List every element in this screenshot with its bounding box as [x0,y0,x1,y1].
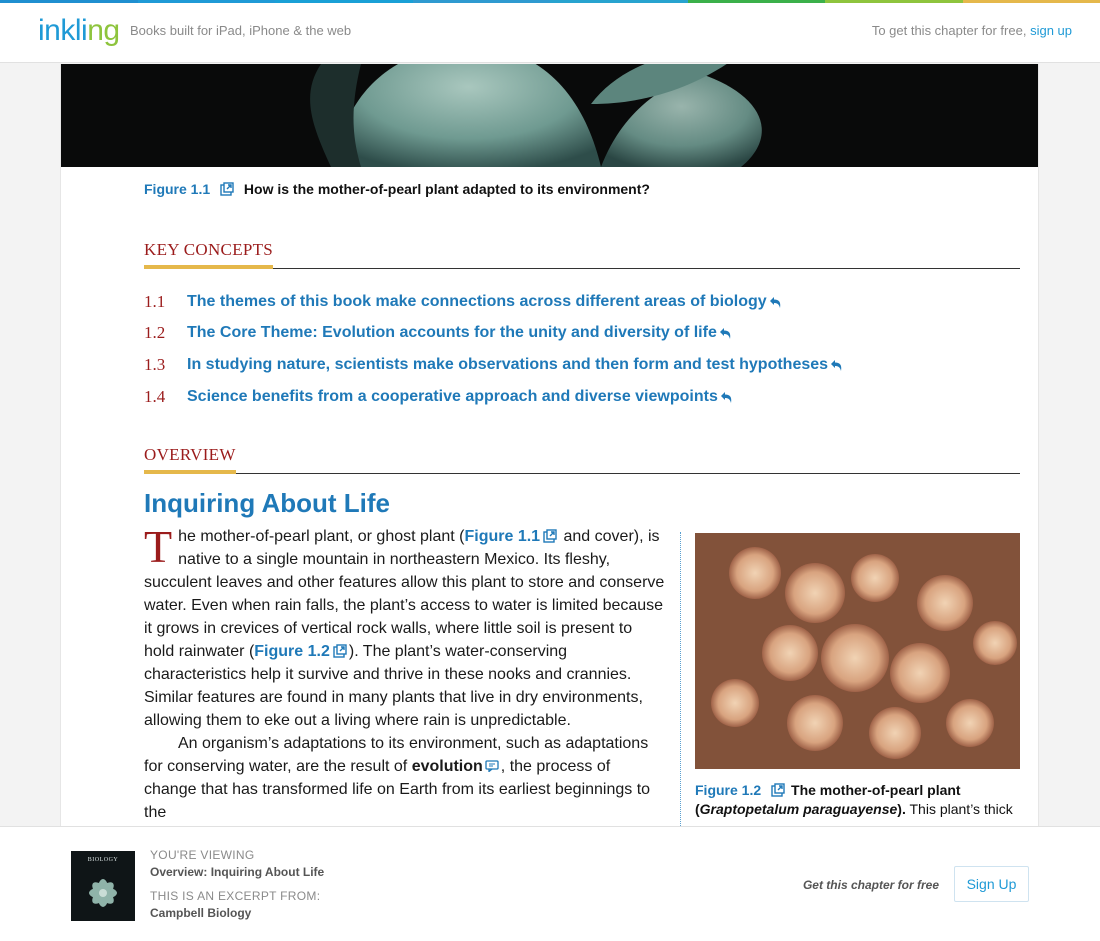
succulent-photo-illustration [695,533,1020,769]
concept-item: 1.1 The themes of this book make connect… [144,286,1020,318]
figure-1-1-inline-link[interactable]: Figure 1.1 [464,528,540,545]
key-concepts-list: 1.1 The themes of this book make connect… [144,286,1020,412]
tagline: Books built for iPad, iPhone & the web [130,23,352,38]
excerpt-label: THIS IS AN EXCERPT FROM: [150,889,321,903]
cover-title: BIOLOGY [87,857,119,863]
jump-back-icon[interactable] [718,326,733,341]
figure-1-2-inline-link[interactable]: Figure 1.2 [254,643,330,660]
concept-item: 1.3 In studying nature, scientists make … [144,349,1020,381]
paragraph: The mother-of-pearl plant, or ghost plan… [144,521,665,730]
book-title: Campbell Biology [150,906,252,920]
column-divider [680,532,681,828]
overview-body: The mother-of-pearl plant, or ghost plan… [144,521,666,824]
jump-back-icon[interactable] [829,358,844,373]
jump-back-icon[interactable] [719,390,734,405]
sign-up-link[interactable]: sign up [1030,23,1072,38]
concept-number: 1.3 [144,354,166,374]
concept-number: 1.4 [144,386,166,406]
concept-item: 1.4 Science benefits from a cooperative … [144,381,1020,413]
site-header: inkling Books built for iPad, iPhone & t… [0,3,1100,63]
open-figure-icon[interactable] [543,529,557,543]
concept-link[interactable]: In studying nature, scientists make obse… [187,356,844,374]
drop-cap: T [144,521,173,572]
chapter-content: Figure 1.1 How is the mother-of-pearl pl… [60,64,1039,828]
figure-1-1-caption: Figure 1.1 How is the mother-of-pearl pl… [144,181,650,197]
sign-up-button[interactable]: Sign Up [954,866,1029,902]
page: inkling Books built for iPad, iPhone & t… [0,0,1100,941]
figure-1-1-link[interactable]: Figure 1.1 [144,181,210,197]
viewing-label: YOU'RE VIEWING [150,848,255,862]
free-chapter-text: Get this chapter for free [802,878,939,892]
figure-1-2-link[interactable]: Figure 1.2 [695,782,761,798]
book-cover-thumbnail[interactable]: BIOLOGY [71,851,135,921]
concept-number: 1.1 [144,291,166,311]
figure-1-2-caption: Figure 1.2 The mother-of-pearl plant (Gr… [695,782,1013,817]
concept-link[interactable]: Science benefits from a cooperative appr… [187,388,734,406]
concept-link[interactable]: The Core Theme: Evolution accounts for t… [187,324,733,342]
glossary-icon[interactable] [485,760,499,772]
concept-item: 1.2 The Core Theme: Evolution accounts f… [144,318,1020,350]
key-concepts-label: KEY CONCEPTS [144,240,274,269]
open-figure-icon[interactable] [333,644,347,658]
figure-1-2-photo[interactable] [695,533,1020,769]
open-figure-icon[interactable] [220,182,234,196]
open-figure-icon[interactable] [771,783,785,797]
inkling-logo[interactable]: inkling [38,14,120,48]
jump-back-icon[interactable] [768,295,783,310]
hero-plant-image [61,64,1038,167]
viewing-value: Overview: Inquiring About Life [150,865,325,879]
key-concepts-header: KEY CONCEPTS [144,236,1020,269]
excerpt-footer: BIOLOGY YOU'RE VIEWING Overview: Inquiri… [0,826,1100,941]
excerpt-meta: YOU'RE VIEWING Overview: Inquiring About… [150,847,324,922]
figure-1-1-text: How is the mother-of-pearl plant adapted… [243,181,650,197]
overview-label: OVERVIEW [144,445,236,474]
concept-number: 1.2 [144,323,166,343]
overview-header: OVERVIEW [144,441,1020,474]
paragraph: An organism’s adaptations to its environ… [144,735,651,821]
section-title: Inquiring About Life [144,488,390,518]
hero-plant-illustration [61,64,1038,167]
header-cta: To get this chapter for free, sign up [872,23,1072,38]
concept-link[interactable]: The themes of this book make connections… [187,293,783,311]
header-cta-text: To get this chapter for free, [871,23,1027,38]
glossary-term[interactable]: evolution [412,758,483,775]
